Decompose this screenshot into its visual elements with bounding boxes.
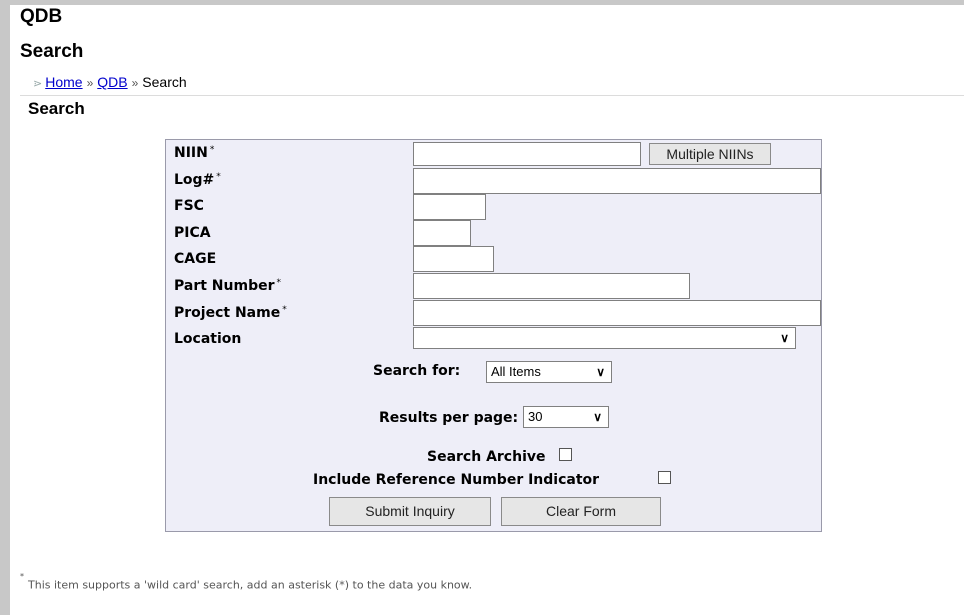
search-archive-label: Search Archive (427, 449, 546, 465)
section-title: Search (28, 99, 85, 118)
project-name-label: Project Name * (174, 305, 287, 321)
include-reference-checkbox[interactable] (658, 471, 671, 484)
niin-input[interactable] (413, 142, 641, 166)
window-left-border (0, 0, 10, 615)
breadcrumb-home-link[interactable]: Home (45, 74, 82, 90)
project-name-input[interactable] (413, 300, 821, 326)
chevron-down-icon: ∨ (596, 365, 605, 379)
search-archive-checkbox[interactable] (559, 448, 572, 461)
results-per-page-selected-value: 30 (528, 409, 543, 424)
part-number-label: Part Number * (174, 278, 282, 294)
search-for-selected-value: All Items (491, 364, 541, 379)
wildcard-marker: * (282, 305, 287, 315)
breadcrumb-current: Search (142, 74, 187, 90)
wildcard-footnote: * This item supports a 'wild card' search… (20, 572, 473, 594)
niin-label: NIIN * (174, 145, 215, 161)
header-divider (20, 95, 964, 96)
breadcrumb-arrow-icon: ⋗ (33, 78, 43, 90)
app-title: QDB (20, 6, 63, 27)
breadcrumb-separator: » (86, 76, 94, 90)
cage-input[interactable] (413, 246, 494, 272)
wildcard-marker: * (216, 172, 221, 182)
breadcrumb-qdb-link[interactable]: QDB (97, 74, 127, 90)
pica-label: PICA (174, 225, 211, 241)
footnote-text: This item supports a 'wild card' search,… (28, 578, 473, 592)
window-top-border (0, 0, 964, 5)
search-form: NIIN * Multiple NIINs Log# * FSC PICA CAGE… (165, 139, 822, 532)
submit-inquiry-button[interactable]: Submit Inquiry (329, 497, 491, 526)
location-select[interactable]: ∨ (413, 327, 796, 349)
part-number-input[interactable] (413, 273, 690, 299)
footnote-marker: * (20, 572, 24, 581)
location-label: Location (174, 331, 242, 347)
fsc-input[interactable] (413, 194, 486, 220)
search-for-select[interactable]: All Items ∨ (486, 361, 612, 383)
breadcrumb-separator: » (131, 76, 139, 90)
results-per-page-label: Results per page: (379, 410, 519, 426)
log-number-label: Log# * (174, 172, 221, 188)
pica-input[interactable] (413, 220, 471, 246)
chevron-down-icon: ∨ (593, 410, 602, 424)
results-per-page-select[interactable]: 30 ∨ (523, 406, 609, 428)
clear-form-button[interactable]: Clear Form (501, 497, 661, 526)
include-reference-label: Include Reference Number Indicator (313, 472, 600, 488)
log-number-input[interactable] (413, 168, 821, 194)
breadcrumb: ⋗ Home» QDB» Search (33, 73, 187, 93)
chevron-down-icon: ∨ (780, 331, 789, 345)
page-title: Search (20, 41, 84, 62)
wildcard-marker: * (276, 278, 282, 288)
wildcard-marker: * (209, 145, 215, 155)
cage-label: CAGE (174, 251, 217, 267)
multiple-niins-button[interactable]: Multiple NIINs (649, 143, 771, 165)
search-for-label: Search for: (373, 363, 461, 379)
fsc-label: FSC (174, 198, 204, 214)
